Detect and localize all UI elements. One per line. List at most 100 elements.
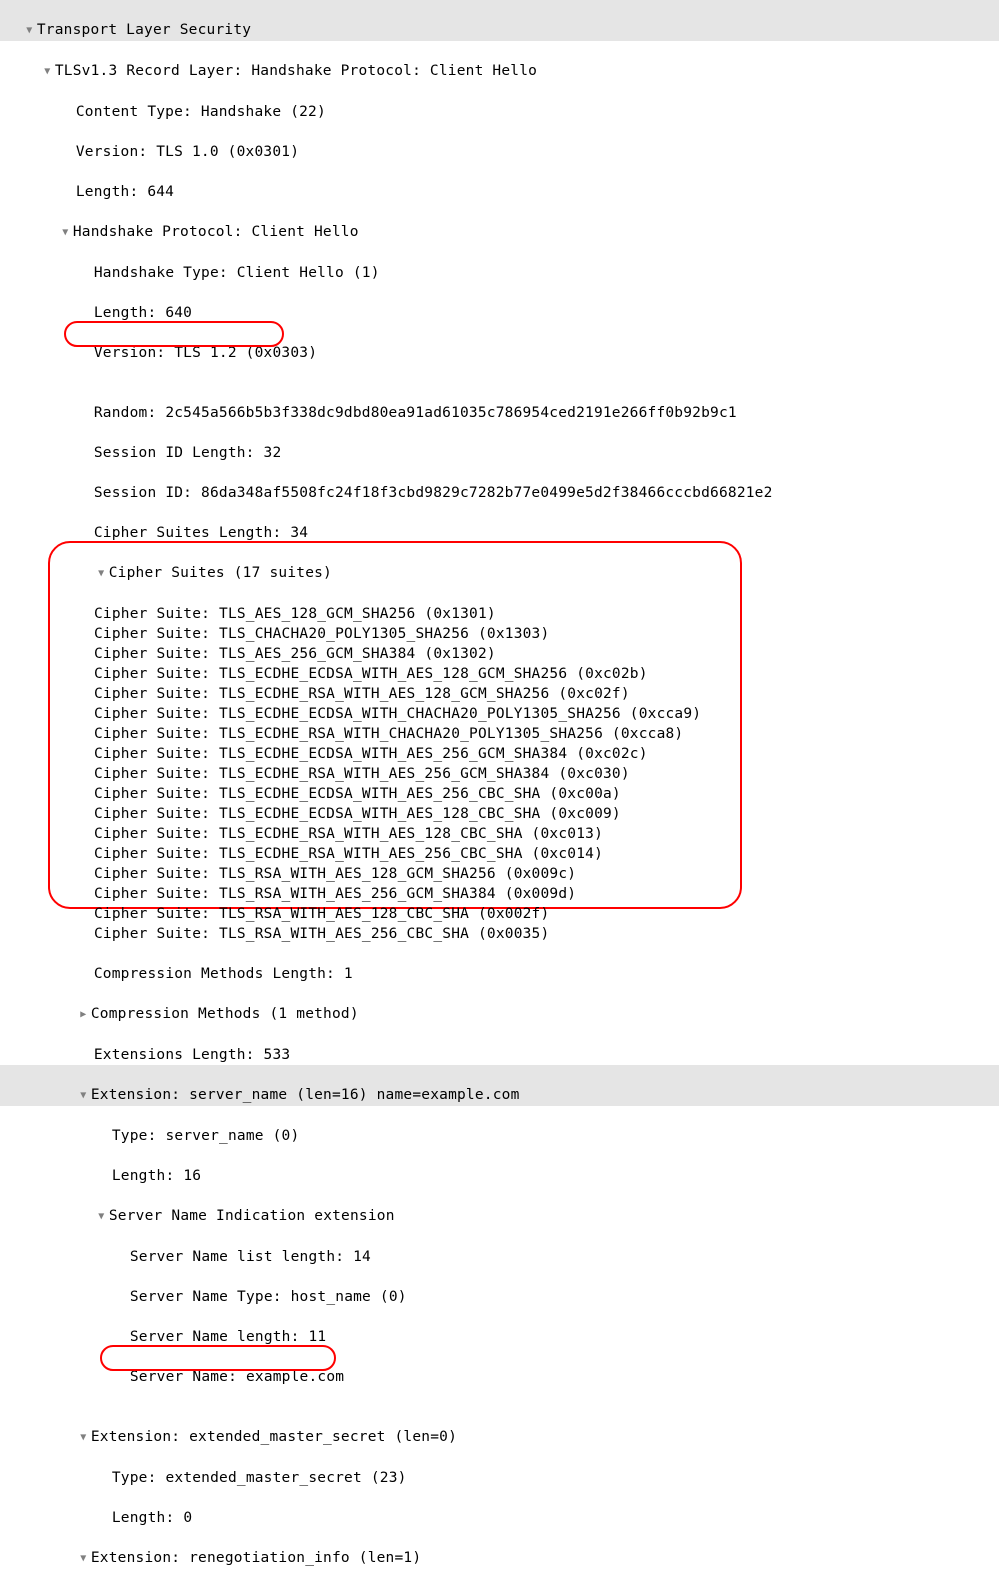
field-label: Version: TLS 1.2 (0x0303) [94, 345, 317, 361]
tree-row-content-type[interactable]: Content Type: Handshake (22) [0, 82, 999, 122]
tree-row-cipher-suite[interactable]: Cipher Suite: TLS_RSA_WITH_AES_128_GCM_S… [0, 864, 999, 884]
field-label: Cipher Suite: TLS_ECDHE_RSA_WITH_AES_128… [94, 826, 603, 842]
tree-row-session-id[interactable]: Session ID: 86da348af5508fc24f18f3cbd982… [0, 463, 999, 503]
field-label: Cipher Suites (17 suites) [109, 565, 332, 581]
disclosure-triangle-icon[interactable] [58, 222, 73, 243]
tree-row-cipher-suite[interactable]: Cipher Suite: TLS_AES_256_GCM_SHA384 (0x… [0, 644, 999, 664]
field-label: Cipher Suite: TLS_ECDHE_ECDSA_WITH_CHACH… [94, 706, 701, 722]
tree-row-cipher-suite[interactable]: Cipher Suite: TLS_CHACHA20_POLY1305_SHA2… [0, 624, 999, 644]
field-label: Server Name length: 11 [130, 1329, 326, 1345]
tree-row-sni-server-name[interactable]: Server Name: example.com [0, 1347, 999, 1407]
packet-details-tree: Transport Layer Security TLSv1.3 Record … [0, 0, 999, 1569]
tree-row-ext-ems[interactable]: Extension: extended_master_secret (len=0… [0, 1407, 999, 1448]
disclosure-triangle-icon[interactable] [94, 1206, 109, 1227]
disclosure-triangle-icon[interactable] [76, 1004, 91, 1025]
field-label: Compression Methods Length: 1 [94, 966, 353, 982]
tree-row-ems-type[interactable]: Type: extended_master_secret (23) [0, 1448, 999, 1488]
field-label: Cipher Suite: TLS_ECDHE_RSA_WITH_AES_128… [94, 686, 630, 702]
tree-row-sni-type[interactable]: Type: server_name (0) [0, 1106, 999, 1146]
tree-row-sni-extension[interactable]: Server Name Indication extension [0, 1186, 999, 1227]
tree-row-session-id-len[interactable]: Session ID Length: 32 [0, 423, 999, 463]
tree-row-handshake-type[interactable]: Handshake Type: Client Hello (1) [0, 243, 999, 283]
field-label: Random: 2c545a566b5b3f338dc9dbd80ea91ad6… [94, 405, 737, 421]
field-label: Extension: server_name (len=16) name=exa… [91, 1087, 520, 1103]
tree-row-cipher-suite[interactable]: Cipher Suite: TLS_ECDHE_RSA_WITH_AES_256… [0, 764, 999, 784]
tree-row-sni-name-length[interactable]: Server Name length: 11 [0, 1307, 999, 1347]
highlight-annotation [100, 1345, 336, 1371]
field-label: Cipher Suite: TLS_RSA_WITH_AES_256_GCM_S… [94, 886, 576, 902]
disclosure-triangle-icon[interactable] [76, 1427, 91, 1448]
tree-row-cipher-suites[interactable]: Cipher Suites (17 suites) [0, 543, 999, 604]
field-label: Version: TLS 1.0 (0x0301) [76, 144, 299, 160]
disclosure-triangle-icon[interactable] [22, 20, 37, 41]
tree-row-version[interactable]: Version: TLS 1.0 (0x0301) [0, 122, 999, 162]
tree-row-ext-reneg[interactable]: Extension: renegotiation_info (len=1) [0, 1528, 999, 1569]
tree-row-cipher-suites-len[interactable]: Cipher Suites Length: 34 [0, 503, 999, 543]
field-label: Cipher Suite: TLS_ECDHE_ECDSA_WITH_AES_1… [94, 666, 648, 682]
tree-row-handshake-length[interactable]: Length: 640 [0, 283, 999, 323]
field-label: Cipher Suite: TLS_ECDHE_ECDSA_WITH_AES_2… [94, 786, 621, 802]
field-label: Cipher Suite: TLS_AES_256_GCM_SHA384 (0x… [94, 646, 496, 662]
tree-row-compression-len[interactable]: Compression Methods Length: 1 [0, 944, 999, 984]
field-label: Handshake Type: Client Hello (1) [94, 265, 380, 281]
tree-row-tls[interactable]: Transport Layer Security [0, 0, 999, 41]
field-label: Server Name Indication extension [109, 1208, 395, 1224]
field-label: Length: 640 [94, 305, 192, 321]
field-label: Content Type: Handshake (22) [76, 104, 326, 120]
tree-row-cipher-suite[interactable]: Cipher Suite: TLS_ECDHE_RSA_WITH_AES_128… [0, 824, 999, 844]
tree-row-sni-name-type[interactable]: Server Name Type: host_name (0) [0, 1267, 999, 1307]
field-label: Cipher Suite: TLS_ECDHE_ECDSA_WITH_AES_2… [94, 746, 648, 762]
field-label: Session ID Length: 32 [94, 445, 282, 461]
field-label: Compression Methods (1 method) [91, 1006, 359, 1022]
tree-row-cipher-suite[interactable]: Cipher Suite: TLS_RSA_WITH_AES_128_CBC_S… [0, 904, 999, 924]
tree-row-cipher-suite[interactable]: Cipher Suite: TLS_ECDHE_ECDSA_WITH_AES_2… [0, 784, 999, 804]
tree-row-compression-methods[interactable]: Compression Methods (1 method) [0, 984, 999, 1025]
field-label: Cipher Suite: TLS_AES_128_GCM_SHA256 (0x… [94, 606, 496, 622]
field-label: Cipher Suite: TLS_ECDHE_RSA_WITH_AES_256… [94, 846, 603, 862]
disclosure-triangle-icon[interactable] [76, 1085, 91, 1106]
field-label: Server Name list length: 14 [130, 1249, 371, 1265]
tree-row-cipher-suite[interactable]: Cipher Suite: TLS_RSA_WITH_AES_256_GCM_S… [0, 884, 999, 904]
tree-row-cipher-suite[interactable]: Cipher Suite: TLS_ECDHE_RSA_WITH_CHACHA2… [0, 724, 999, 744]
tree-row-extensions-len[interactable]: Extensions Length: 533 [0, 1025, 999, 1065]
tree-row-handshake[interactable]: Handshake Protocol: Client Hello [0, 202, 999, 243]
field-label: TLSv1.3 Record Layer: Handshake Protocol… [55, 63, 537, 79]
field-label: Server Name Type: host_name (0) [130, 1289, 407, 1305]
cipher-suites-group: Cipher Suites (17 suites) Cipher Suite: … [0, 543, 999, 944]
tree-row-cipher-suite[interactable]: Cipher Suite: TLS_ECDHE_ECDSA_WITH_AES_1… [0, 804, 999, 824]
field-label: Cipher Suite: TLS_ECDHE_ECDSA_WITH_AES_1… [94, 806, 621, 822]
field-label: Length: 0 [112, 1510, 192, 1526]
field-label: Length: 16 [112, 1168, 201, 1184]
tree-row-length[interactable]: Length: 644 [0, 162, 999, 202]
field-label: Extension: renegotiation_info (len=1) [91, 1550, 421, 1566]
field-label: Cipher Suite: TLS_ECDHE_RSA_WITH_CHACHA2… [94, 726, 683, 742]
tree-row-cipher-suite[interactable]: Cipher Suite: TLS_ECDHE_ECDSA_WITH_CHACH… [0, 704, 999, 724]
tree-row-cipher-suite[interactable]: Cipher Suite: TLS_ECDHE_ECDSA_WITH_AES_2… [0, 744, 999, 764]
disclosure-triangle-icon[interactable] [76, 1548, 91, 1569]
tree-row-sni-length[interactable]: Length: 16 [0, 1146, 999, 1186]
tree-row-cipher-suite[interactable]: Cipher Suite: TLS_RSA_WITH_AES_256_CBC_S… [0, 924, 999, 944]
tree-row-sni-list-length[interactable]: Server Name list length: 14 [0, 1227, 999, 1267]
tree-row-cipher-suite[interactable]: Cipher Suite: TLS_ECDHE_RSA_WITH_AES_256… [0, 844, 999, 864]
field-label: Handshake Protocol: Client Hello [73, 224, 359, 240]
tree-row-ext-server-name[interactable]: Extension: server_name (len=16) name=exa… [0, 1065, 999, 1106]
field-label: Cipher Suite: TLS_RSA_WITH_AES_128_CBC_S… [94, 906, 549, 922]
field-label: Extension: extended_master_secret (len=0… [91, 1429, 457, 1445]
tree-row-cipher-suite[interactable]: Cipher Suite: TLS_AES_128_GCM_SHA256 (0x… [0, 604, 999, 624]
tree-row-cipher-suite[interactable]: Cipher Suite: TLS_ECDHE_RSA_WITH_AES_128… [0, 684, 999, 704]
field-label: Cipher Suites Length: 34 [94, 525, 308, 541]
tree-row-record-layer[interactable]: TLSv1.3 Record Layer: Handshake Protocol… [0, 41, 999, 82]
tree-row-random[interactable]: Random: 2c545a566b5b3f338dc9dbd80ea91ad6… [0, 383, 999, 423]
disclosure-triangle-icon[interactable] [40, 61, 55, 82]
field-label: Cipher Suite: TLS_RSA_WITH_AES_256_CBC_S… [94, 926, 549, 942]
field-label: Cipher Suite: TLS_RSA_WITH_AES_128_GCM_S… [94, 866, 576, 882]
field-label: Type: server_name (0) [112, 1128, 300, 1144]
tree-row-cipher-suite[interactable]: Cipher Suite: TLS_ECDHE_ECDSA_WITH_AES_1… [0, 664, 999, 684]
tree-row-handshake-version[interactable]: Version: TLS 1.2 (0x0303) [0, 323, 999, 383]
highlight-annotation [64, 321, 284, 347]
field-label: Cipher Suite: TLS_CHACHA20_POLY1305_SHA2… [94, 626, 549, 642]
field-label: Server Name: example.com [130, 1369, 344, 1385]
disclosure-triangle-icon[interactable] [94, 563, 109, 584]
tree-row-ems-length[interactable]: Length: 0 [0, 1488, 999, 1528]
field-label: Transport Layer Security [37, 22, 251, 38]
